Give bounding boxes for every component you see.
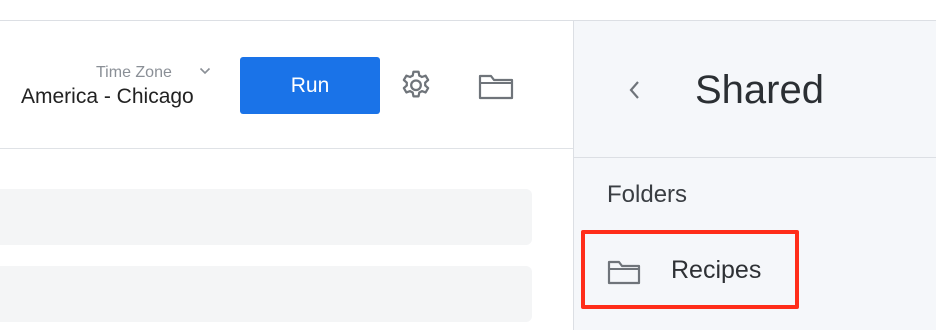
input-row[interactable] [0, 266, 532, 322]
input-row[interactable] [0, 189, 532, 245]
folders-section-label: Folders [607, 181, 688, 208]
shared-side-panel: Shared Folders Recipes [573, 21, 936, 330]
panel-title: Shared [695, 68, 824, 112]
run-button[interactable]: Run [240, 57, 380, 114]
folder-item-label: Recipes [671, 256, 762, 284]
chevron-down-icon[interactable] [199, 67, 211, 75]
chevron-left-icon[interactable] [626, 77, 642, 103]
main-pane: Time Zone America - Chicago Run [0, 21, 573, 330]
folder-item-recipes[interactable]: Recipes [581, 230, 799, 309]
top-strip [0, 0, 936, 21]
timezone-label[interactable]: Time Zone [96, 64, 216, 82]
gear-icon[interactable] [398, 68, 434, 104]
folder-icon[interactable] [477, 72, 515, 102]
toolbar: Time Zone America - Chicago Run [0, 21, 573, 149]
timezone-select[interactable]: America - Chicago [21, 85, 221, 109]
side-panel-header: Shared [574, 21, 936, 158]
folder-icon [607, 260, 641, 285]
